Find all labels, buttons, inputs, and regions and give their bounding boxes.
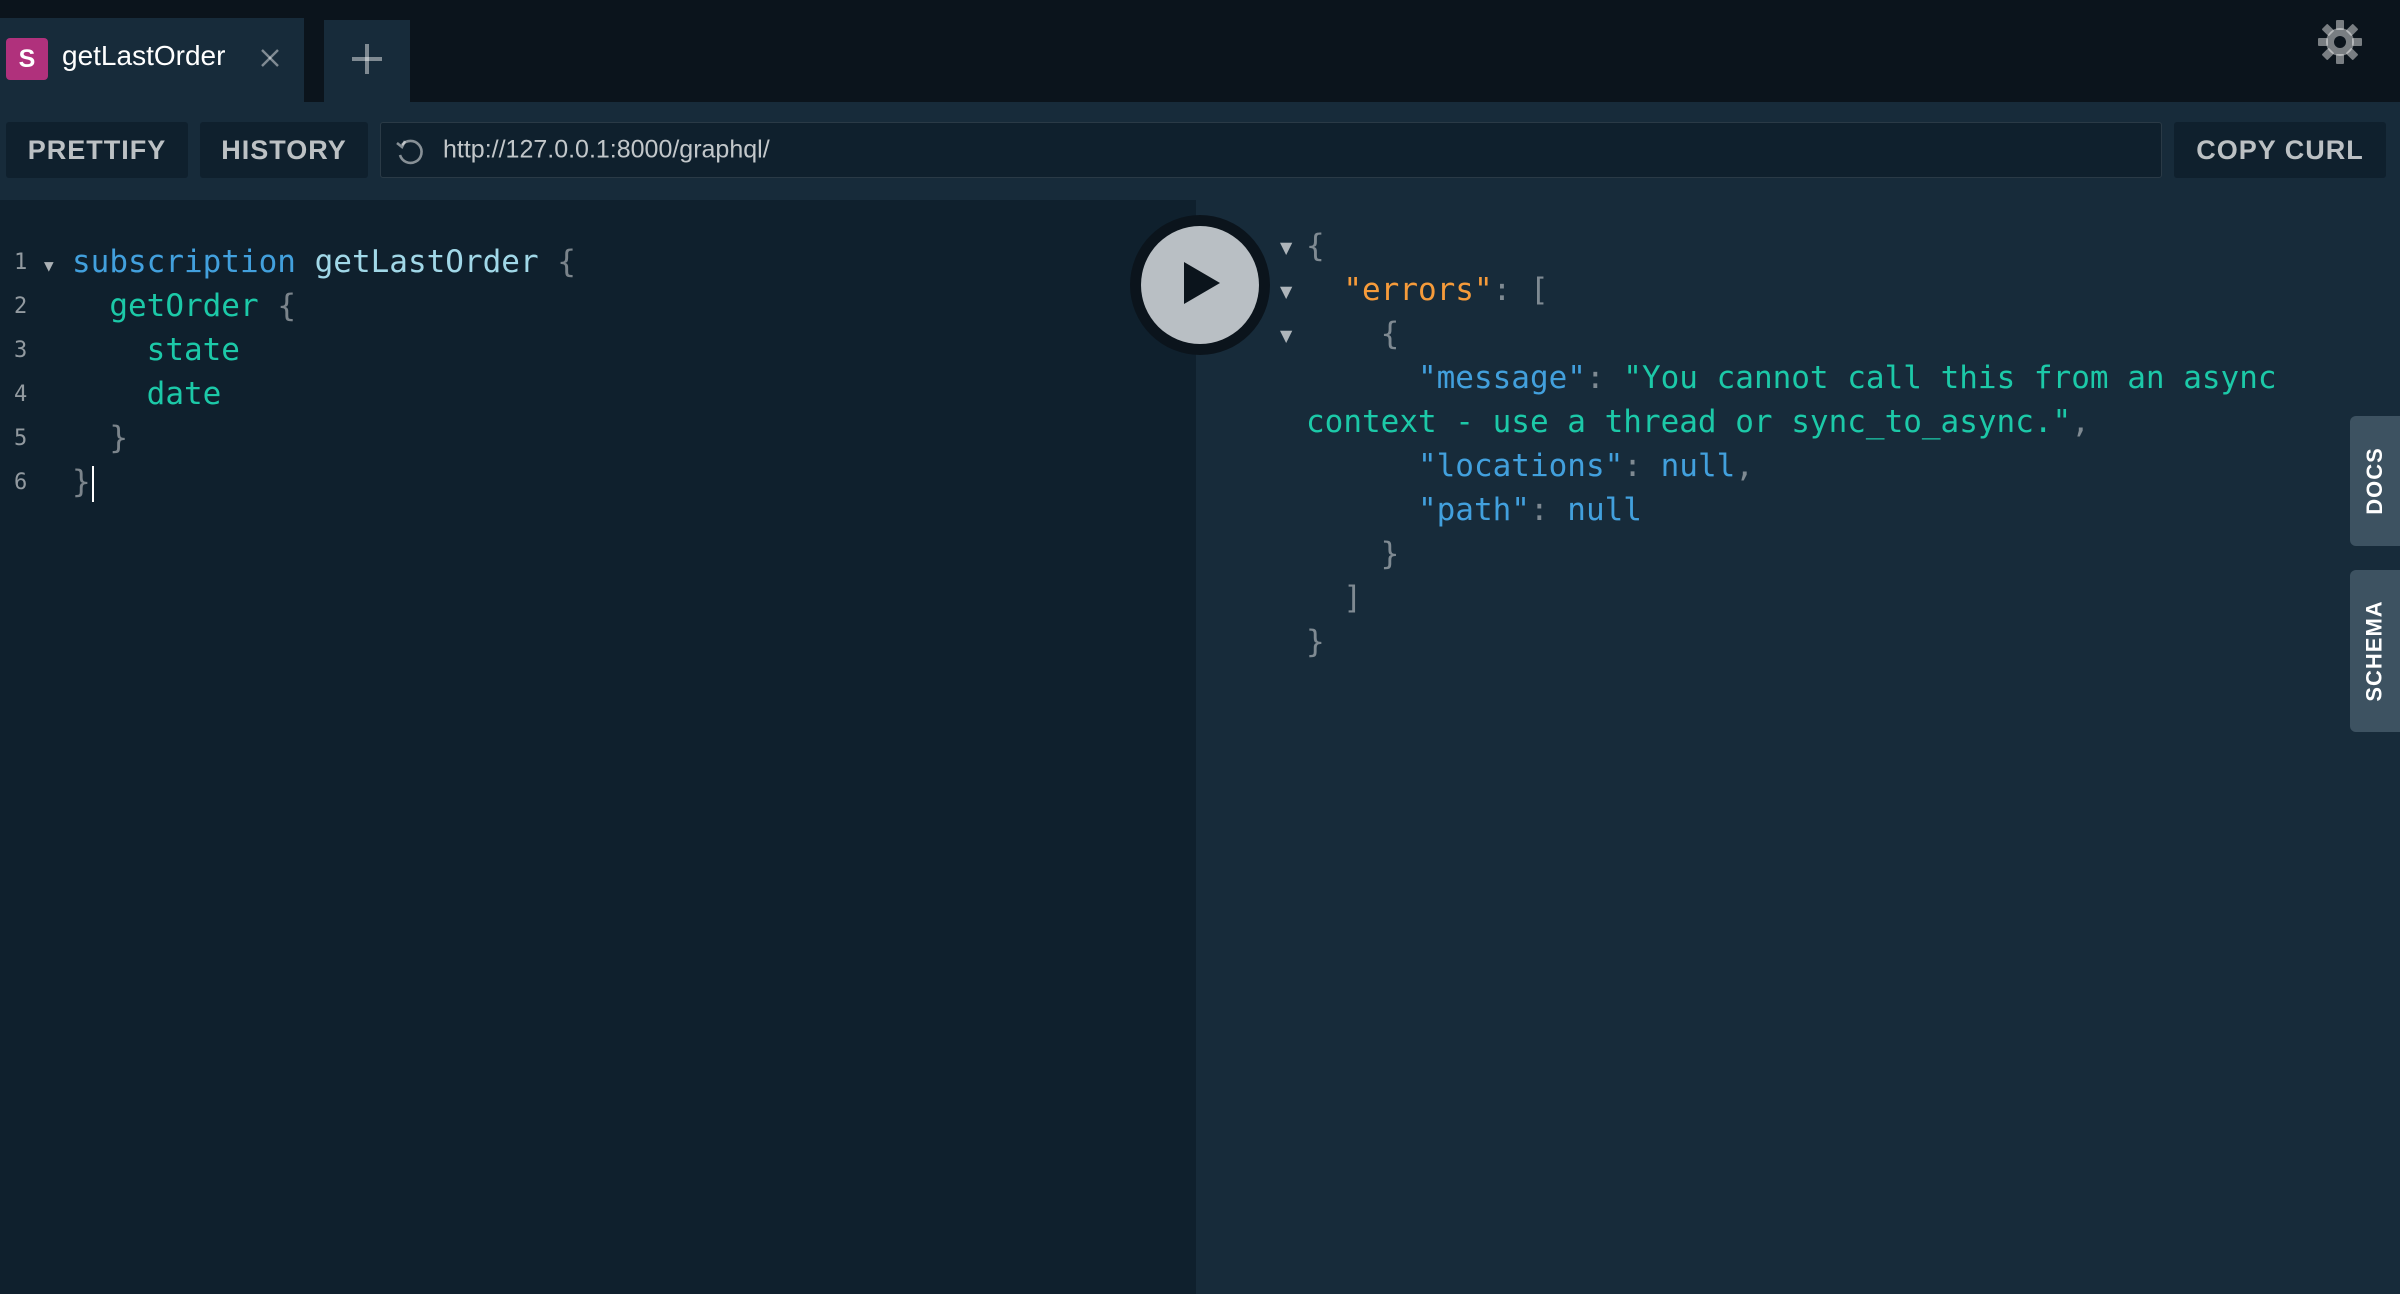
result-line: ▼ { (1280, 228, 1325, 264)
json-key: "errors" (1343, 272, 1493, 308)
brace: { (557, 244, 576, 280)
fold-arrow-icon[interactable]: ▼ (44, 256, 54, 275)
field-name: date (146, 376, 222, 412)
result-line: context - use a thread or sync_to_async.… (1306, 404, 2090, 440)
code-line-4: 4 date (0, 376, 1196, 426)
fold-arrow-icon[interactable]: ▼ (1280, 238, 1292, 257)
result-line: ▼ { (1280, 316, 1400, 352)
add-tab-button[interactable] (324, 20, 410, 102)
schema-tab-label: SCHEMA (2362, 600, 2387, 702)
query-editor[interactable]: 1 ▼ subscription getLastOrder { 2 getOrd… (0, 200, 1196, 1294)
result-line: ▼ "errors": [ (1280, 272, 1549, 308)
json-key: "message" (1417, 360, 1586, 396)
play-icon (1178, 260, 1222, 311)
endpoint-url-input[interactable]: http://127.0.0.1:8000/graphql/ (380, 122, 2162, 178)
operation-name: getLastOrder (314, 244, 539, 280)
history-button[interactable]: HISTORY (200, 122, 368, 178)
tab-bar: S getLastOrder (0, 0, 2400, 102)
field-name: getOrder (109, 288, 259, 324)
tab-getlastorder[interactable]: S getLastOrder (0, 18, 304, 102)
fold-arrow-icon[interactable]: ▼ (1280, 282, 1292, 301)
brace: } (109, 420, 128, 456)
result-line: } (1306, 624, 1325, 660)
subscription-badge: S (6, 38, 48, 80)
endpoint-url-text: http://127.0.0.1:8000/graphql/ (443, 135, 770, 164)
toolbar: PRETTIFY HISTORY http://127.0.0.1:8000/g… (0, 102, 2400, 200)
line-number: 6 (14, 470, 28, 495)
result-line: "message": "You cannot call this from an… (1417, 360, 2277, 396)
fold-arrow-icon[interactable]: ▼ (1280, 326, 1292, 345)
execute-query-button[interactable] (1130, 215, 1270, 355)
line-number: 4 (14, 382, 28, 407)
line-number: 2 (14, 294, 28, 319)
gear-icon (2317, 19, 2363, 70)
keyword: subscription (72, 244, 296, 280)
plus-icon (350, 42, 384, 81)
code-line-5: 5 } (0, 420, 1196, 470)
code-line-6: 6 } (0, 464, 1196, 514)
run-button-face[interactable] (1141, 226, 1259, 344)
line-number: 3 (14, 338, 28, 363)
json-null: null (1660, 448, 1736, 484)
result-line: ] (1343, 580, 1362, 616)
close-icon[interactable] (252, 40, 288, 76)
field-name: state (146, 332, 240, 368)
json-key: "path" (1417, 492, 1530, 528)
brace: { (277, 288, 296, 324)
docs-tab-label: DOCS (2362, 447, 2387, 515)
schema-tab[interactable]: SCHEMA (2350, 570, 2400, 732)
brace: } (72, 464, 91, 500)
json-null: null (1567, 492, 1642, 528)
result-line: } (1380, 536, 1400, 572)
copy-curl-button[interactable]: COPY CURL (2174, 122, 2386, 178)
line-number: 5 (14, 426, 28, 451)
tab-title: getLastOrder (62, 40, 226, 71)
json-string: "You cannot call this from an async (1623, 360, 2277, 396)
line-number: 1 (14, 250, 28, 275)
result-line: "locations": null, (1417, 448, 1754, 484)
text-cursor (91, 465, 94, 502)
result-viewer: ▼ { ▼ "errors": [ ▼ { "message": "You ca… (1196, 200, 2400, 1294)
settings-button[interactable] (2314, 18, 2366, 70)
json-string: context - use a thread or sync_to_async.… (1306, 404, 2072, 440)
reload-icon[interactable] (393, 135, 427, 169)
docs-tab[interactable]: DOCS (2350, 416, 2400, 546)
prettify-button[interactable]: PRETTIFY (6, 122, 188, 178)
result-line: "path": null (1417, 492, 1642, 528)
json-key: "locations" (1417, 448, 1624, 484)
